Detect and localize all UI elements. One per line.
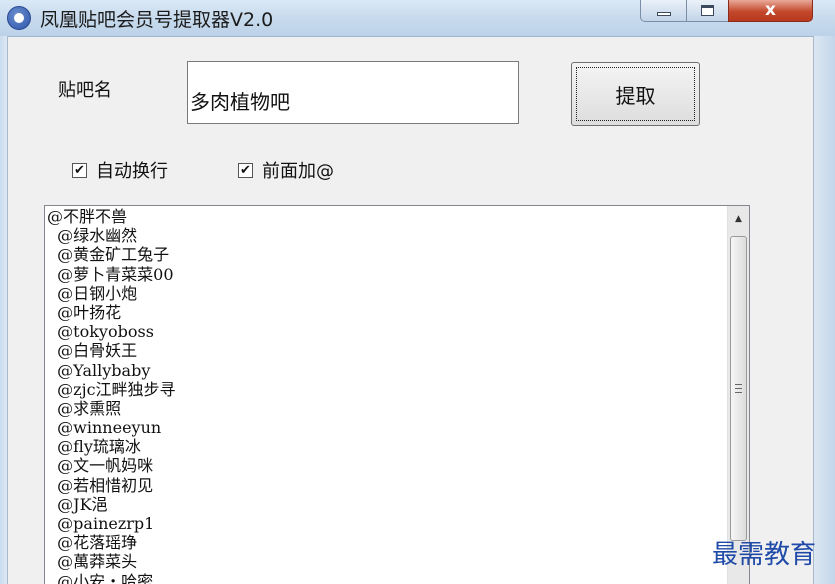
title-bar[interactable]: 凤凰贴吧会员号提取器V2.0 x bbox=[0, 0, 835, 37]
checkbox-checked-icon: ✔ bbox=[72, 162, 87, 178]
close-button[interactable]: x bbox=[728, 0, 813, 22]
result-line: @绿水幽然 bbox=[47, 226, 138, 246]
minimize-icon bbox=[656, 11, 671, 16]
extract-button-label: 提取 bbox=[576, 67, 695, 121]
prefix-at-checkbox[interactable]: ✔ 前面加@ bbox=[238, 157, 334, 183]
window-frame-left bbox=[0, 36, 8, 584]
result-line: @文一帆妈咪 bbox=[47, 456, 154, 476]
result-line: @花落瑶琤 bbox=[47, 533, 138, 553]
close-icon: x bbox=[765, 0, 776, 20]
result-line: @不胖不兽 bbox=[47, 207, 128, 226]
window-frame-right bbox=[813, 36, 835, 584]
result-line: @黄金矿工兔子 bbox=[47, 245, 170, 265]
result-line: @小安・哈密 bbox=[47, 571, 154, 584]
tieba-name-input[interactable] bbox=[187, 61, 519, 124]
result-line: @萬莽菜头 bbox=[47, 552, 138, 572]
result-line: @JK浥 bbox=[47, 494, 108, 514]
result-line: @fly琉璃冰 bbox=[47, 437, 141, 457]
vertical-scrollbar[interactable]: ▲ bbox=[727, 206, 749, 584]
result-line: @painezrp1 bbox=[47, 514, 155, 533]
result-line: @winneeyun bbox=[47, 418, 162, 438]
watermark: 最需教育 bbox=[712, 540, 817, 570]
results-textarea[interactable]: @不胖不兽 @绿水幽然 @黄金矿工兔子 @萝卜青菜菜00 @日钢小炮 @叶扬花 … bbox=[44, 205, 750, 584]
app-logo-icon bbox=[7, 6, 31, 30]
result-line: @tokyoboss bbox=[47, 322, 154, 342]
results-list: @不胖不兽 @绿水幽然 @黄金矿工兔子 @萝卜青菜菜00 @日钢小炮 @叶扬花 … bbox=[47, 207, 723, 584]
result-line: @萝卜青菜菜00 bbox=[47, 264, 174, 284]
result-line: @叶扬花 bbox=[47, 302, 122, 322]
auto-wrap-label: 自动换行 bbox=[96, 161, 168, 182]
result-line: @若相惜初见 bbox=[47, 475, 154, 495]
result-line: @zjc江畔独步寻 bbox=[47, 379, 176, 399]
result-line: @Yallybaby bbox=[47, 360, 151, 380]
maximize-icon bbox=[701, 5, 714, 16]
auto-wrap-checkbox[interactable]: ✔ 自动换行 bbox=[72, 157, 168, 183]
result-line: @求熏照 bbox=[47, 398, 122, 418]
tieba-name-label: 贴吧名 bbox=[58, 80, 112, 101]
maximize-button[interactable] bbox=[686, 0, 729, 22]
extract-button[interactable]: 提取 bbox=[571, 62, 700, 126]
result-line: @白骨妖王 bbox=[47, 341, 138, 361]
prefix-at-label: 前面加@ bbox=[262, 161, 334, 182]
grip-icon bbox=[735, 384, 742, 393]
result-line: @日钢小炮 bbox=[47, 283, 138, 303]
scroll-up-arrow-icon[interactable]: ▲ bbox=[728, 206, 749, 232]
checkbox-checked-icon: ✔ bbox=[238, 162, 253, 178]
window-title: 凤凰贴吧会员号提取器V2.0 bbox=[40, 9, 274, 31]
scrollbar-thumb[interactable] bbox=[730, 236, 747, 541]
app-window: 凤凰贴吧会员号提取器V2.0 x 贴吧名 提取 ✔ 自动换行 ✔ 前面加@ @不… bbox=[0, 0, 835, 584]
minimize-button[interactable] bbox=[640, 0, 687, 22]
